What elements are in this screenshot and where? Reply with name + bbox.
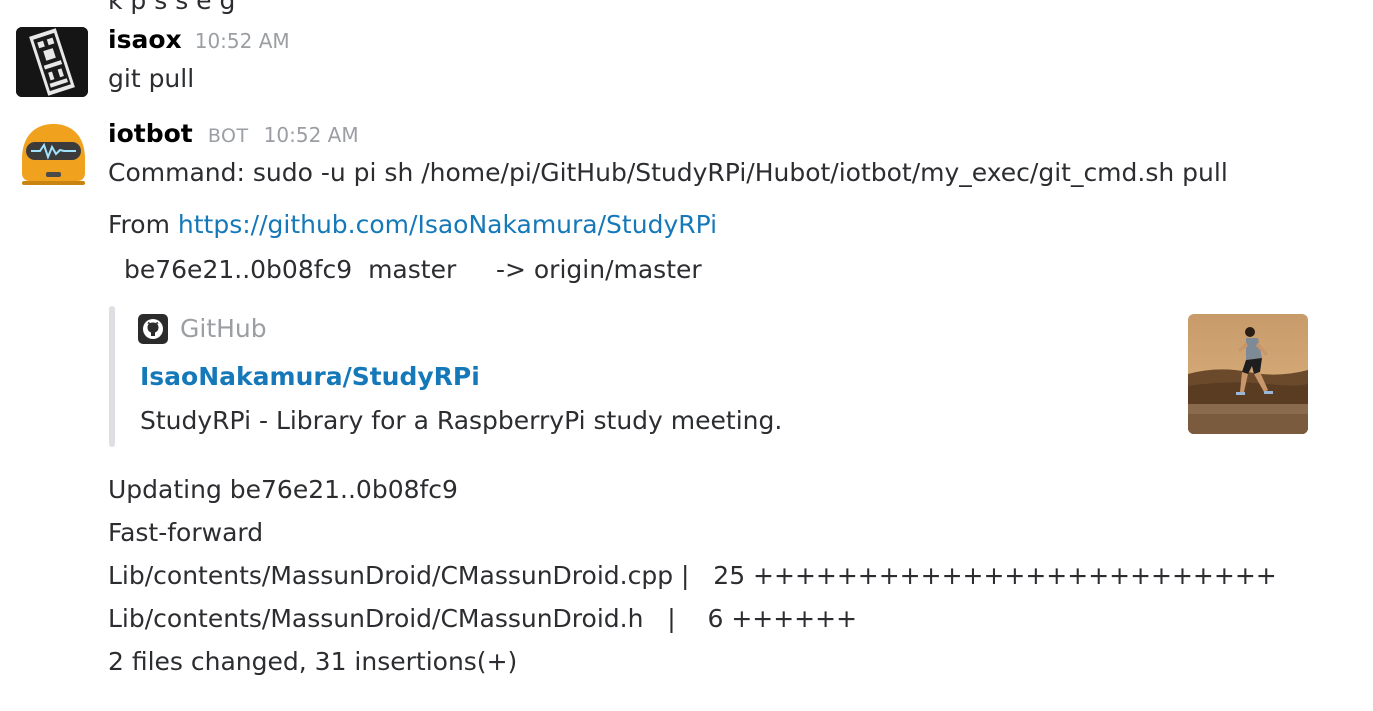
robot-pulse-avatar-icon bbox=[22, 124, 85, 185]
output-line: Lib/contents/MassunDroid/CMassunDroid.h … bbox=[108, 604, 858, 633]
output-line: 2 files changed, 31 insertions(+) bbox=[108, 647, 518, 676]
clipped-previous-message: k p s s e g bbox=[108, 0, 236, 15]
attachment-service-name: GitHub bbox=[180, 314, 267, 343]
message-timestamp[interactable]: 10:52 AM bbox=[264, 123, 359, 147]
output-line: Lib/contents/MassunDroid/CMassunDroid.cp… bbox=[108, 561, 1277, 590]
bot-badge: BOT bbox=[207, 125, 249, 147]
person-jumping-photo-icon bbox=[1188, 314, 1308, 434]
iotbot-avatar[interactable] bbox=[16, 121, 91, 186]
attachment-description: StudyRPi - Library for a RaspberryPi stu… bbox=[140, 406, 783, 435]
isaox-avatar[interactable] bbox=[16, 27, 88, 97]
attachment-border bbox=[109, 306, 115, 447]
attachment-service: GitHub bbox=[138, 314, 267, 344]
output-line: Fast-forward bbox=[108, 518, 264, 547]
message-text: git pull bbox=[108, 64, 195, 93]
attachment-thumbnail[interactable] bbox=[1188, 314, 1308, 434]
command-line-text: Command: sudo -u pi sh /home/pi/GitHub/S… bbox=[108, 158, 1228, 187]
output-line: Updating be76e21..0b08fc9 bbox=[108, 475, 458, 504]
message-header-iotbot: iotbot BOT 10:52 AM bbox=[108, 119, 359, 151]
author-name[interactable]: isaox bbox=[108, 25, 182, 54]
message-header-isaox: isaox 10:52 AM bbox=[108, 25, 290, 56]
pixel-art-avatar-icon bbox=[16, 27, 88, 97]
branch-update-line: be76e21..0b08fc9 master -> origin/master bbox=[124, 255, 702, 284]
author-name[interactable]: iotbot bbox=[108, 119, 193, 148]
attachment-title-link[interactable]: IsaoNakamura/StudyRPi bbox=[140, 362, 480, 392]
from-prefix: From bbox=[108, 210, 178, 239]
from-line: From https://github.com/IsaoNakamura/Stu… bbox=[108, 210, 717, 240]
repo-url-link[interactable]: https://github.com/IsaoNakamura/StudyRPi bbox=[178, 210, 717, 239]
github-icon bbox=[138, 314, 168, 344]
message-timestamp[interactable]: 10:52 AM bbox=[195, 29, 290, 53]
